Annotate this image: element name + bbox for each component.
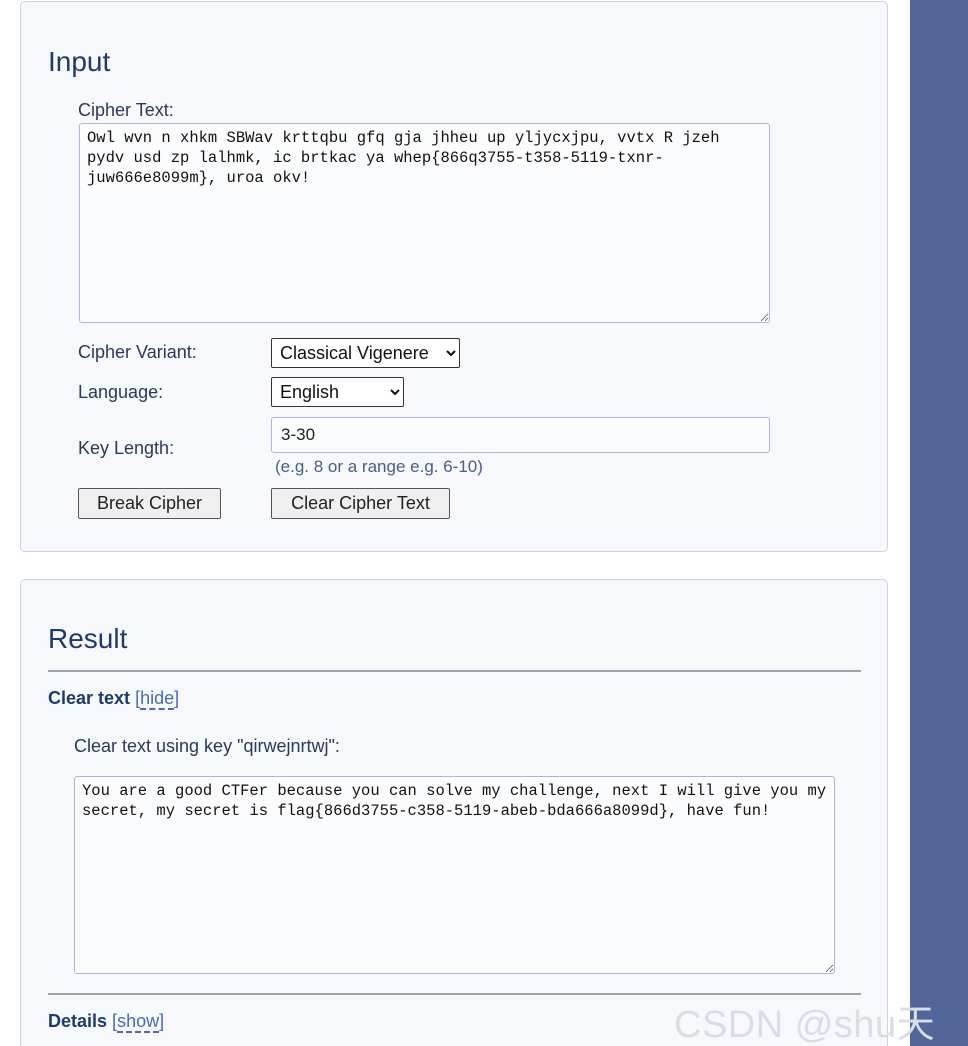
cipher-text-label: Cipher Text:	[78, 100, 174, 120]
language-label: Language:	[78, 382, 164, 402]
clear-text-output[interactable]: You are a good CTFer because you can sol…	[74, 776, 835, 974]
key-length-input[interactable]	[271, 417, 770, 453]
clear-cipher-text-button[interactable]: Clear Cipher Text	[271, 488, 450, 519]
clear-text-heading: Clear text	[48, 688, 131, 708]
details-heading: Details	[48, 1011, 108, 1031]
hide-clear-text-link[interactable]: hide	[140, 688, 175, 710]
clear-text-key-label: Clear text using key "qirwejnrtwj":	[74, 736, 340, 756]
cipher-text-input[interactable]: Owl wvn n xhkm SBWav krttqbu gfq gja jhh…	[79, 123, 770, 323]
key-length-label: Key Length:	[78, 438, 175, 458]
show-details-link[interactable]: show	[117, 1011, 160, 1033]
close-bracket: ]	[159, 1011, 165, 1031]
break-cipher-button[interactable]: Break Cipher	[78, 488, 221, 519]
page: Input Cipher Text: Owl wvn n xhkm SBWav …	[0, 0, 968, 1046]
cipher-variant-select[interactable]: Classical Vigenere	[271, 338, 460, 368]
key-length-hint: (e.g. 8 or a range e.g. 6-10)	[275, 457, 483, 476]
language-select[interactable]: English	[271, 377, 404, 407]
details-header: Details [show]	[48, 1011, 165, 1033]
input-panel: Input Cipher Text: Owl wvn n xhkm SBWav …	[20, 1, 888, 552]
input-panel-title: Input	[48, 46, 111, 77]
result-divider	[48, 670, 861, 672]
cipher-variant-label: Cipher Variant:	[78, 342, 197, 362]
close-bracket: ]	[174, 688, 180, 708]
result-panel: Result Clear text [hide] Clear text usin…	[20, 579, 888, 1046]
csdn-watermark: CSDN @shu天	[674, 1004, 936, 1046]
right-sidebar-stripe	[910, 0, 968, 1046]
result-panel-title: Result	[48, 623, 128, 654]
clear-text-header: Clear text [hide]	[48, 688, 180, 710]
